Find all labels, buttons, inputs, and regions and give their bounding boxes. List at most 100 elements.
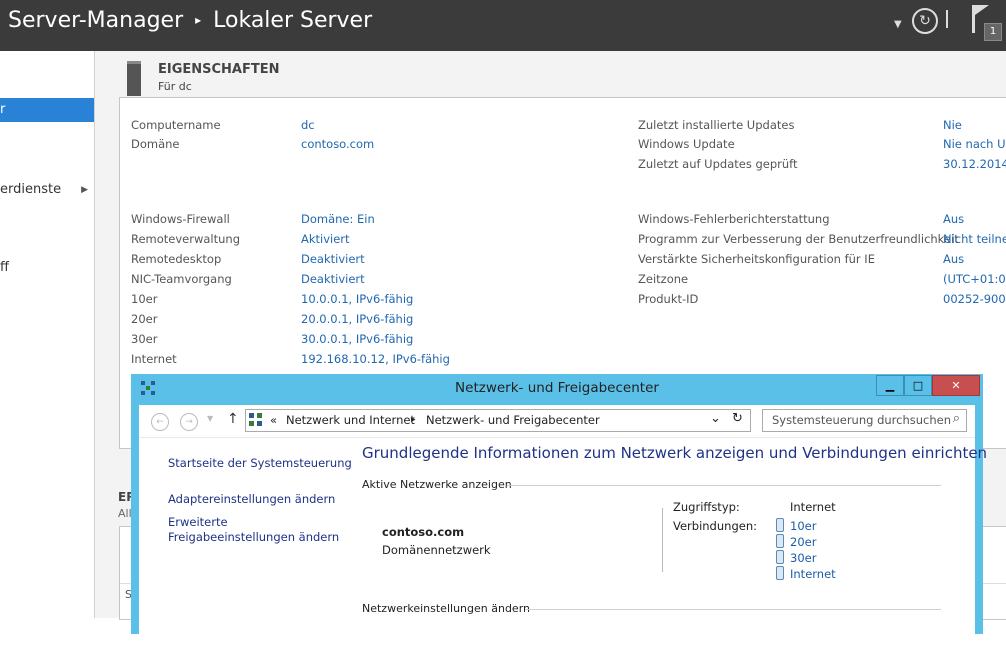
breadcrumb-overflow[interactable]: « xyxy=(270,413,277,427)
property-label: Programm zur Verbesserung der Benutzerfr… xyxy=(638,232,959,246)
property-label: Domäne xyxy=(131,137,180,151)
search-input[interactable]: Systemsteuerung durchsuchen ⌕ xyxy=(762,409,967,432)
section-divider xyxy=(525,609,941,610)
ethernet-icon xyxy=(776,550,784,564)
property-value-link[interactable]: Nicht teilneh xyxy=(943,232,1006,246)
notification-count-badge: 1 xyxy=(984,23,1002,41)
property-label: Computername xyxy=(131,118,221,132)
flag-icon[interactable]: 1 xyxy=(970,5,1002,41)
property-label: Windows-Firewall xyxy=(131,212,230,226)
property-label: Internet xyxy=(131,352,177,366)
maximize-button[interactable]: □ xyxy=(904,375,932,396)
network-name: contoso.com xyxy=(382,525,465,539)
property-label: Windows Update xyxy=(638,137,735,151)
property-value-link[interactable]: Aus xyxy=(943,212,964,226)
property-label: NIC-Teamvorgang xyxy=(131,272,232,286)
control-panel-home-link[interactable]: Startseite der Systemsteuerung xyxy=(168,456,352,470)
section-divider xyxy=(507,485,941,486)
property-value-link[interactable]: Deaktiviert xyxy=(301,272,365,286)
property-value-link[interactable]: dc xyxy=(301,118,315,132)
connection-link-10er[interactable]: 10er xyxy=(790,519,816,533)
sidebar-item-label: r xyxy=(0,102,6,117)
close-button[interactable]: ✕ xyxy=(932,375,980,396)
history-dropdown-icon[interactable]: ▼ xyxy=(207,414,213,423)
refresh-icon[interactable]: ↻ xyxy=(912,8,938,34)
advanced-sharing-settings-link-line2[interactable]: Freigabeeinstellungen ändern xyxy=(168,530,339,544)
property-value-link[interactable]: 20.0.0.1, IPv6-fähig xyxy=(301,312,413,326)
property-label: Windows-Fehlerberichterstattung xyxy=(638,212,830,226)
property-label: Verstärkte Sicherheitskonfiguration für … xyxy=(638,252,875,266)
property-label: Remotedesktop xyxy=(131,252,222,266)
connection-link-internet[interactable]: Internet xyxy=(790,567,836,581)
property-value-link[interactable]: Nie xyxy=(943,118,962,132)
page-title: Lokaler Server xyxy=(213,8,373,33)
sidebar-item-third[interactable]: ff xyxy=(0,256,94,280)
change-adapter-settings-link[interactable]: Adaptereinstellungen ändern xyxy=(168,492,335,506)
window-body: ← → ▼ ↑ « Netzwerk und Internet ▸ Netzwe… xyxy=(139,405,987,645)
address-bar[interactable]: « Netzwerk und Internet ▸ Netzwerk- und … xyxy=(245,409,751,432)
network-sharing-center-window[interactable]: Netzwerk- und Freigabecenter ▁ □ ✕ ← → ▼… xyxy=(131,374,987,645)
property-value-link[interactable]: 00252-9000 xyxy=(943,292,1006,306)
app-title: Server-Manager xyxy=(8,8,184,33)
sidebar-item-label: ff xyxy=(0,260,9,275)
sidebar: r erdienste ▶ ff xyxy=(0,51,95,618)
property-label: Zeitzone xyxy=(638,272,689,286)
window-titlebar[interactable]: Netzwerk- und Freigabecenter ▁ □ ✕ xyxy=(131,374,983,402)
address-dropdown-icon[interactable]: ⌄ xyxy=(710,411,721,426)
toolbar-divider xyxy=(946,10,948,28)
sidebar-item-file-services[interactable]: erdienste ▶ xyxy=(0,178,94,202)
property-value-link[interactable]: Deaktiviert xyxy=(301,252,365,266)
chevron-down-icon[interactable]: ▼ xyxy=(894,19,902,30)
ethernet-icon xyxy=(776,534,784,548)
flag-cloth xyxy=(975,5,989,15)
search-placeholder: Systemsteuerung durchsuchen xyxy=(772,413,952,427)
page-heading: Grundlegende Informationen zum Netzwerk … xyxy=(362,444,988,462)
vertical-divider xyxy=(662,508,663,572)
sidebar-item-label: erdienste xyxy=(0,182,62,197)
server-manager-titlebar: Server-Manager ▸ Lokaler Server ▼ ↻ 1 xyxy=(0,0,1006,51)
breadcrumb-separator-icon[interactable]: ▸ xyxy=(411,415,416,425)
active-networks-label: Aktive Netzwerke anzeigen xyxy=(362,478,512,491)
back-icon[interactable]: ← xyxy=(151,413,169,431)
ethernet-icon xyxy=(776,518,784,532)
access-type-label: Zugriffstyp: xyxy=(673,500,740,514)
forward-icon[interactable]: → xyxy=(180,413,198,431)
breadcrumb: Server-Manager ▸ Lokaler Server xyxy=(8,8,372,33)
server-icon xyxy=(127,61,141,96)
sidebar-item-local-server[interactable]: r xyxy=(0,98,94,122)
breadcrumb-network-sharing-center[interactable]: Netzwerk- und Freigabecenter xyxy=(426,413,600,427)
property-value-link[interactable]: Nie nach Up xyxy=(943,137,1006,151)
property-value-link[interactable]: 192.168.10.12, IPv6-fähig xyxy=(301,352,450,366)
address-toolbar: ← → ▼ ↑ « Netzwerk und Internet ▸ Netzwe… xyxy=(139,405,975,438)
change-network-settings-label: Netzwerkeinstellungen ändern xyxy=(362,602,530,615)
connection-link-20er[interactable]: 20er xyxy=(790,535,816,549)
property-label: 30er xyxy=(131,332,158,346)
property-value-link[interactable]: Aktiviert xyxy=(301,232,350,246)
property-value-link[interactable]: Domäne: Ein xyxy=(301,212,375,226)
property-label: Produkt-ID xyxy=(638,292,699,306)
search-icon[interactable]: ⌕ xyxy=(953,411,960,426)
advanced-sharing-settings-link[interactable]: Erweiterte xyxy=(168,515,228,529)
breadcrumb-separator-icon: ▸ xyxy=(195,13,202,27)
property-label: Zuletzt auf Updates geprüft xyxy=(638,157,798,171)
section-subtitle: Für dc xyxy=(158,80,192,93)
refresh-icon[interactable]: ↻ xyxy=(732,411,743,426)
property-label: Remoteverwaltung xyxy=(131,232,241,246)
minimize-button[interactable]: ▁ xyxy=(876,375,904,396)
property-value-link[interactable]: 10.0.0.1, IPv6-fähig xyxy=(301,292,413,306)
events-section-subtitle: All xyxy=(118,507,132,520)
property-value-link[interactable]: contoso.com xyxy=(301,137,374,151)
connection-link-30er[interactable]: 30er xyxy=(790,551,816,565)
property-value-link[interactable]: Aus xyxy=(943,252,964,266)
window-title: Netzwerk- und Freigabecenter xyxy=(455,380,659,396)
property-label: 10er xyxy=(131,292,158,306)
property-value-link[interactable]: 30.0.0.1, IPv6-fähig xyxy=(301,332,413,346)
network-type[interactable]: Domänennetzwerk xyxy=(382,543,491,557)
property-value-link[interactable]: 30.12.2014 1 xyxy=(943,157,1006,171)
up-arrow-icon[interactable]: ↑ xyxy=(227,411,239,427)
property-label: 20er xyxy=(131,312,158,326)
property-label: Zuletzt installierte Updates xyxy=(638,118,795,132)
connections-label: Verbindungen: xyxy=(673,519,757,533)
property-value-link[interactable]: (UTC+01:00) xyxy=(943,272,1006,286)
breadcrumb-network-internet[interactable]: Netzwerk und Internet xyxy=(286,413,415,427)
